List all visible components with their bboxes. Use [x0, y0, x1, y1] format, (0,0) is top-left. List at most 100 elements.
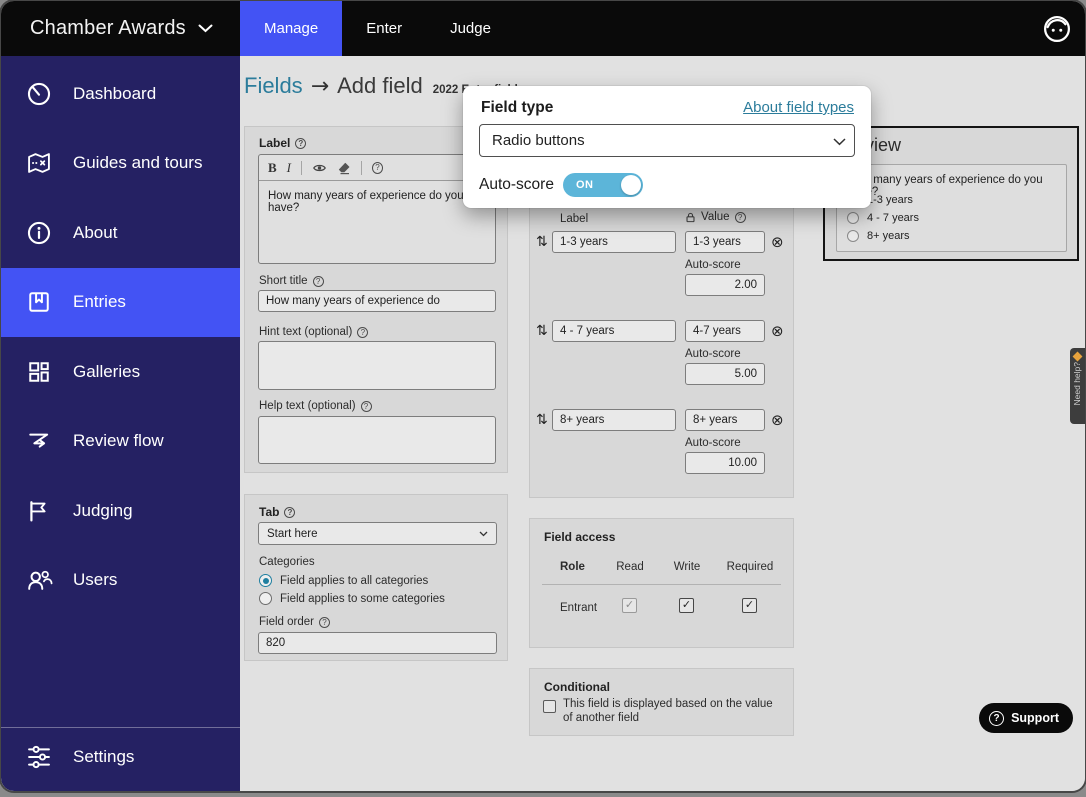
breadcrumb-fields-link[interactable]: Fields	[244, 73, 303, 99]
help-circle-icon[interactable]: ?	[295, 138, 306, 149]
remove-option-icon[interactable]: ⊗	[771, 322, 784, 340]
autoscore-toggle-label: Auto-score	[479, 176, 554, 194]
tab-panel: Tab? Start here Categories Field applies…	[244, 494, 508, 661]
radio-all-categories[interactable]: Field applies to all categories	[259, 574, 428, 587]
option-row: ⇅ ⊗ Auto-score	[530, 320, 795, 409]
field-type-popup: Field type About field types Radio butto…	[463, 86, 871, 208]
sidebar-item-label: Dashboard	[73, 84, 156, 104]
chevron-down-icon	[479, 531, 488, 537]
sliders-icon	[25, 743, 53, 771]
help-circle-icon[interactable]: ?	[357, 327, 368, 338]
sort-handle-icon[interactable]: ⇅	[536, 323, 548, 339]
support-label: Support	[1011, 711, 1059, 725]
sidebar-item-label: Guides and tours	[73, 153, 202, 173]
sidebar-item-settings[interactable]: Settings	[1, 727, 240, 785]
brand-name: Chamber Awards	[30, 17, 186, 40]
autoscore-label: Auto-score	[685, 437, 741, 449]
autoscore-toggle[interactable]: ON	[563, 173, 643, 197]
radio-unselected-icon	[847, 212, 859, 224]
toolbar-divider	[301, 161, 302, 175]
help-circle-icon[interactable]: ?	[361, 401, 372, 412]
autoscore-label: Auto-score	[685, 259, 741, 271]
tab-enter[interactable]: Enter	[342, 1, 426, 56]
option-label-input[interactable]	[552, 231, 676, 253]
sidebar-item-label: Galleries	[73, 362, 140, 382]
sort-handle-icon[interactable]: ⇅	[536, 234, 548, 250]
option-value-input[interactable]	[685, 231, 765, 253]
tab-judge[interactable]: Judge	[426, 1, 515, 56]
radio-label: Field applies to all categories	[280, 575, 428, 587]
support-button[interactable]: ? Support	[979, 703, 1073, 733]
page-title: Add field	[337, 73, 423, 99]
role-cell: Entrant	[560, 602, 597, 614]
sidebar-item-dashboard[interactable]: Dashboard	[1, 59, 240, 129]
info-icon	[25, 219, 53, 247]
remove-option-icon[interactable]: ⊗	[771, 233, 784, 251]
conditional-panel: Conditional This field is displayed base…	[529, 668, 794, 736]
tab-select[interactable]: Start here	[258, 522, 497, 545]
field-order-heading: Field order	[259, 616, 314, 628]
help-circle-icon[interactable]: ?	[313, 276, 324, 287]
sidebar-item-review-flow[interactable]: Review flow	[1, 407, 240, 477]
sidebar-item-guides-and-tours[interactable]: Guides and tours	[1, 129, 240, 199]
account-avatar-icon[interactable]	[1042, 14, 1072, 44]
popup-heading: Field type	[481, 99, 553, 117]
autoscore-input[interactable]	[685, 452, 765, 474]
conditional-heading: Conditional	[544, 680, 610, 694]
option-label-input[interactable]	[552, 320, 676, 342]
bold-button[interactable]: B	[268, 160, 277, 176]
sidebar-item-entries[interactable]: Entries	[1, 268, 240, 338]
sidebar-item-galleries[interactable]: Galleries	[1, 337, 240, 407]
sidebar-item-judging[interactable]: Judging	[1, 476, 240, 546]
question-circle-icon: ?	[989, 711, 1004, 726]
rich-text-editor: B I ? How many years of experience do yo…	[258, 154, 496, 264]
need-help-tab[interactable]: Need help?	[1070, 348, 1085, 424]
help-circle-icon[interactable]: ?	[319, 617, 330, 628]
help-circle-icon[interactable]: ?	[735, 212, 746, 223]
option-value-input[interactable]	[685, 320, 765, 342]
about-field-types-link[interactable]: About field types	[743, 99, 854, 116]
label-editor-input[interactable]: How many years of experience do you have…	[259, 181, 495, 223]
option-row: ⇅ ⊗ Auto-score	[530, 231, 795, 320]
lock-icon	[685, 212, 696, 223]
eye-icon[interactable]	[312, 161, 327, 175]
preview-radio-label: 4 - 7 years	[867, 212, 919, 224]
option-label-input[interactable]	[552, 409, 676, 431]
sidebar-item-label: Settings	[73, 747, 134, 767]
sort-handle-icon[interactable]: ⇅	[536, 412, 548, 428]
write-checkbox[interactable]: ✓	[679, 598, 694, 613]
sidebar-item-users[interactable]: Users	[1, 546, 240, 616]
main-content: Fields → Add field 2022 Entry field Labe…	[240, 56, 1085, 791]
italic-button[interactable]: I	[287, 160, 291, 176]
preview-radio-label: 8+ years	[867, 230, 910, 242]
options-label-column: Label	[560, 213, 588, 225]
preview-radio-option[interactable]: 4 - 7 years	[847, 212, 919, 224]
users-icon	[25, 566, 53, 594]
conditional-checkbox[interactable]	[543, 700, 556, 713]
required-checkbox[interactable]: ✓	[742, 598, 757, 613]
preview-radio-option[interactable]: 8+ years	[847, 230, 910, 242]
hint-text-heading: Hint text (optional)	[259, 326, 352, 338]
account-switcher[interactable]: Chamber Awards	[30, 1, 213, 56]
radio-some-categories[interactable]: Field applies to some categories	[259, 592, 445, 605]
autoscore-input[interactable]	[685, 363, 765, 385]
help-circle-icon[interactable]: ?	[284, 507, 295, 518]
column-header-read: Read	[616, 561, 644, 573]
help-text-input[interactable]	[258, 416, 496, 464]
field-order-input[interactable]	[258, 632, 497, 654]
eraser-icon[interactable]	[337, 161, 351, 175]
read-checkbox[interactable]: ✓	[622, 598, 637, 613]
conditional-checkbox-label: This field is displayed based on the val…	[563, 698, 783, 725]
field-type-select[interactable]: Radio buttons	[479, 124, 855, 157]
remove-option-icon[interactable]: ⊗	[771, 411, 784, 429]
tab-manage[interactable]: Manage	[240, 1, 342, 56]
option-row: ⇅ ⊗ Auto-score	[530, 409, 795, 498]
hint-text-input[interactable]	[258, 341, 496, 390]
map-icon	[25, 149, 53, 177]
editor-help-icon[interactable]: ?	[372, 162, 383, 174]
autoscore-input[interactable]	[685, 274, 765, 296]
breadcrumb-arrow: →	[311, 74, 329, 99]
option-value-input[interactable]	[685, 409, 765, 431]
short-title-input[interactable]	[258, 290, 496, 312]
sidebar-item-about[interactable]: About	[1, 198, 240, 268]
